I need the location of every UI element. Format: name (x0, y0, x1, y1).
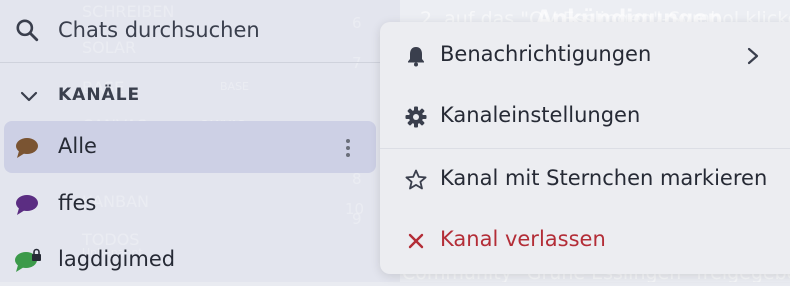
chevron-down-icon (20, 91, 38, 102)
divider (0, 62, 400, 63)
chat-search[interactable]: Chats durchsuchen (0, 8, 400, 52)
menu-item-label: Kanal verlassen (440, 227, 606, 251)
channel-label: lagdigimed (58, 247, 176, 271)
ghost-text: 7 (352, 54, 362, 72)
gear-icon (405, 106, 427, 128)
channel-item-alle[interactable]: Alle (4, 121, 376, 173)
section-label: KANÄLE (58, 85, 141, 105)
menu-item-channel-settings[interactable]: Kanaleinstellungen (380, 93, 790, 141)
menu-item-label: Kanal mit Sternchen markieren (440, 166, 768, 190)
chevron-right-icon (747, 47, 759, 65)
search-icon (16, 19, 39, 42)
channel-context-menu: Benachrichtigungen Kanaleinstellungen Ka… (380, 22, 790, 274)
channel-item-ffes[interactable]: ffes (4, 178, 376, 230)
close-icon (408, 233, 424, 249)
ghost-text: BASE (220, 80, 250, 93)
channel-label: Alle (58, 134, 97, 158)
menu-item-star-channel[interactable]: Kanal mit Sternchen markieren (380, 156, 790, 204)
menu-item-label: Benachrichtigungen (440, 42, 652, 66)
bell-icon (408, 47, 424, 67)
speech-bubble-icon (16, 195, 38, 215)
channel-label: ffes (58, 191, 97, 215)
more-options-icon[interactable] (344, 137, 352, 159)
speech-bubble-icon (16, 138, 38, 158)
search-label: Chats durchsuchen (58, 18, 260, 42)
channel-item-lagdigimed[interactable]: lagdigimed (4, 234, 376, 286)
menu-item-leave-channel[interactable]: Kanal verlassen (380, 217, 790, 265)
sidebar: SCHREIBENSOLARBASEBASECANVASCANVASJOURNA… (0, 0, 400, 282)
menu-item-label: Kanaleinstellungen (440, 103, 641, 127)
locked-speech-bubble-icon (15, 248, 41, 272)
menu-divider (380, 148, 790, 149)
star-icon (405, 169, 427, 190)
menu-item-notifications[interactable]: Benachrichtigungen (380, 32, 790, 80)
